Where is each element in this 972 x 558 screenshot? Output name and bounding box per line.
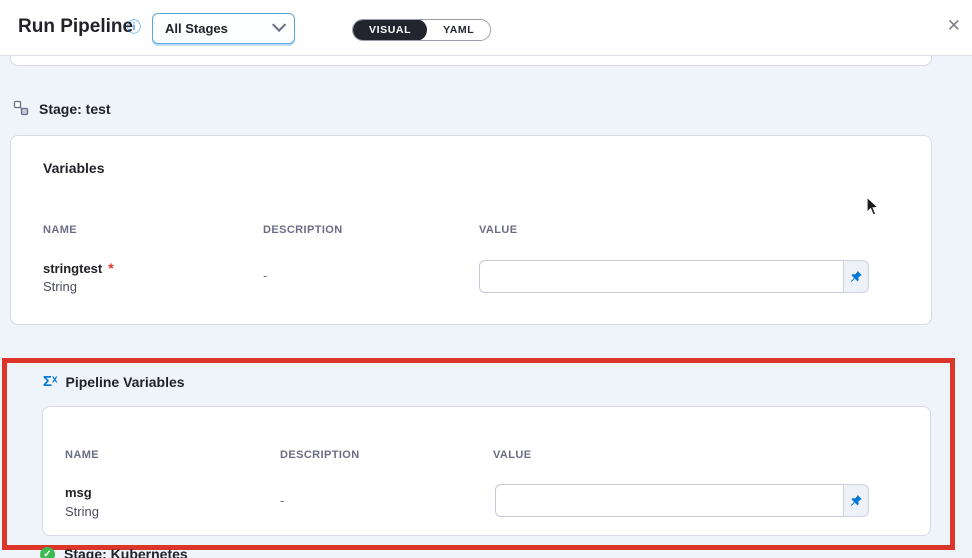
column-header-name: NAME <box>43 224 77 236</box>
variables-panel: Variables NAME DESCRIPTION VALUE stringt… <box>10 135 932 325</box>
stage-kubernetes-label: Stage: Kubernetes <box>64 546 188 558</box>
column-header-value: VALUE <box>479 224 517 236</box>
dialog-body: Stage: test Variables NAME DESCRIPTION V… <box>0 56 972 558</box>
variable-type: String <box>43 279 77 294</box>
variable-value-group <box>495 484 869 517</box>
stage-test-label: Stage: test <box>39 101 111 117</box>
view-mode-toggle: VISUAL YAML <box>352 19 491 41</box>
pin-input-type-button[interactable] <box>843 260 869 293</box>
page-title: Run Pipeline <box>18 16 133 38</box>
variable-name: stringtest* <box>43 260 114 276</box>
variable-value-group <box>479 260 869 293</box>
column-header-value: VALUE <box>493 449 531 461</box>
info-icon[interactable]: ⓘ <box>127 20 141 34</box>
variable-description: - <box>280 493 284 508</box>
pipeline-variables-panel: NAME DESCRIPTION VALUE msg String - <box>42 406 931 536</box>
pin-input-type-button[interactable] <box>843 484 869 517</box>
pipeline-variables-heading: Σˣ Pipeline Variables <box>43 373 185 390</box>
required-asterisk: * <box>108 260 113 276</box>
column-header-name: NAME <box>65 449 99 461</box>
success-check-icon: ✓ <box>40 547 55 558</box>
column-header-description: DESCRIPTION <box>263 224 343 236</box>
pipeline-variables-title: Pipeline Variables <box>66 374 185 390</box>
stage-kubernetes-heading: ✓ Stage: Kubernetes <box>40 546 188 558</box>
pin-icon <box>849 494 863 508</box>
stage-icon <box>13 100 30 117</box>
msg-value-input[interactable] <box>495 484 843 517</box>
variables-panel-title: Variables <box>43 160 105 176</box>
previous-card-bottom-edge <box>10 56 932 66</box>
stringtest-value-input[interactable] <box>479 260 843 293</box>
tab-yaml[interactable]: YAML <box>427 19 490 41</box>
sigma-variables-icon: Σˣ <box>43 373 58 390</box>
variable-description: - <box>263 268 267 283</box>
stage-test-heading: Stage: test <box>13 100 111 117</box>
chevron-down-icon <box>272 17 286 31</box>
run-pipeline-dialog: Run Pipeline ⓘ All Stages VISUAL YAML ✕ … <box>0 0 972 558</box>
column-header-description: DESCRIPTION <box>280 449 360 461</box>
stage-selector-dropdown[interactable]: All Stages <box>152 13 295 44</box>
close-icon[interactable]: ✕ <box>947 16 961 36</box>
dialog-header: Run Pipeline ⓘ All Stages VISUAL YAML ✕ <box>0 0 972 56</box>
pipeline-variables-highlight: Σˣ Pipeline Variables NAME DESCRIPTION V… <box>2 358 955 550</box>
variable-type: String <box>65 504 99 519</box>
variable-name: msg <box>65 485 92 500</box>
pin-icon <box>849 270 863 284</box>
stage-selector-value: All Stages <box>165 21 228 36</box>
tab-visual[interactable]: VISUAL <box>353 19 427 41</box>
